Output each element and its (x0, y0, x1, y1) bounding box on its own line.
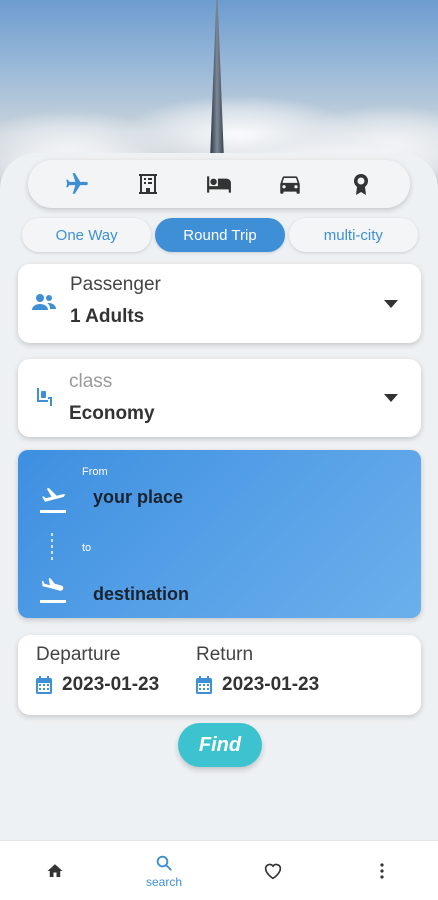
from-value[interactable]: your place (93, 487, 183, 508)
one-way-tab[interactable]: One Way (22, 218, 152, 252)
home-icon (47, 864, 63, 877)
seat-icon (37, 388, 52, 406)
return-value: 2023-01-23 (222, 674, 320, 695)
plane-icon[interactable] (57, 164, 97, 204)
landing-icon (40, 578, 66, 603)
return-field[interactable]: Return 2023-01-23 (196, 644, 319, 696)
from-label: From (82, 466, 108, 478)
chevron-down-icon (384, 394, 398, 402)
more-vert-icon (380, 863, 384, 879)
class-value: Economy (69, 403, 155, 424)
departure-label: Departure (36, 644, 121, 665)
departure-field[interactable]: Departure 2023-01-23 (36, 644, 159, 696)
round-trip-tab[interactable]: Round Trip (155, 218, 285, 252)
passenger-value: 1 Adults (70, 306, 145, 327)
search-icon (156, 855, 172, 871)
multi-city-tab[interactable]: multi-city (288, 218, 418, 252)
bottom-nav: search (0, 840, 438, 900)
to-value[interactable]: destination (93, 584, 189, 605)
find-button[interactable]: Find (178, 723, 262, 767)
nav-search[interactable]: search (134, 841, 194, 900)
bed-icon[interactable] (199, 164, 239, 204)
class-field[interactable]: class Economy (18, 359, 421, 437)
heart-icon (264, 863, 282, 880)
route-divider (51, 533, 53, 561)
trip-type-selector: One Way Round Trip multi-city (22, 218, 418, 252)
nav-more[interactable] (372, 841, 392, 900)
route-card: From your place to destination (18, 450, 421, 618)
hotel-icon[interactable] (128, 164, 168, 204)
dates-card: Departure 2023-01-23 Return 2023-01-23 (18, 635, 421, 715)
passenger-label: Passenger (70, 274, 161, 295)
nav-home[interactable] (38, 841, 72, 900)
people-icon (32, 294, 56, 310)
departure-value: 2023-01-23 (62, 674, 160, 695)
takeoff-icon (40, 488, 66, 513)
nav-search-label: search (145, 874, 183, 889)
car-icon[interactable] (270, 164, 310, 204)
to-label: to (82, 542, 92, 554)
passenger-field[interactable]: Passenger 1 Adults (18, 264, 421, 343)
calendar-icon (196, 676, 212, 694)
nav-favorites[interactable] (258, 841, 288, 900)
return-label: Return (196, 644, 254, 665)
calendar-icon (36, 676, 52, 694)
category-bar (28, 160, 410, 208)
tower-silhouette (210, 0, 224, 160)
chevron-down-icon (384, 300, 398, 308)
badge-icon[interactable] (341, 164, 381, 204)
class-placeholder: class (69, 371, 113, 392)
